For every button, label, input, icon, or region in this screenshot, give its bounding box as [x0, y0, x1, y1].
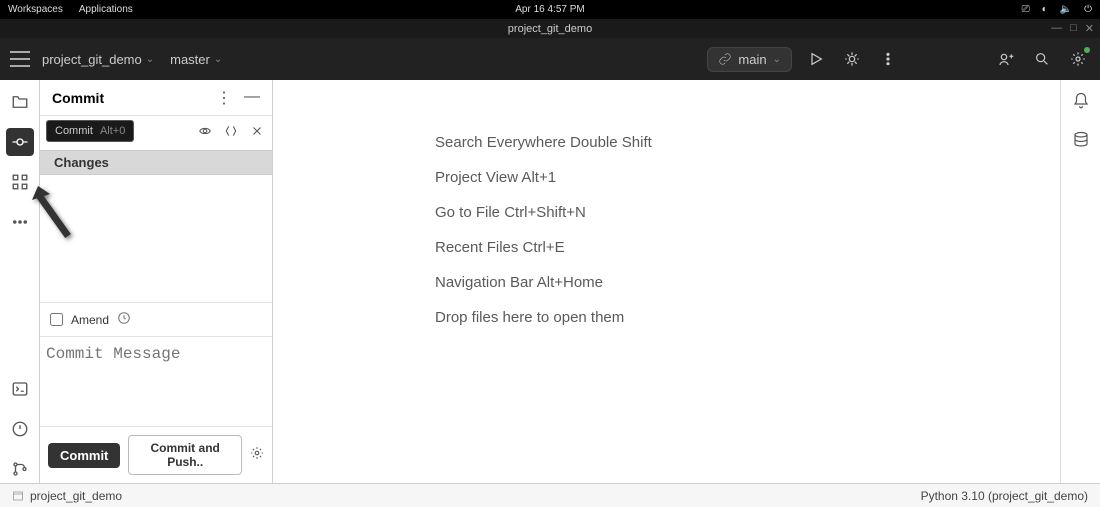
commit-settings-icon[interactable] — [250, 446, 264, 465]
window-title: project_git_demo — [508, 23, 592, 35]
changes-list — [40, 175, 272, 302]
more-tools-button[interactable] — [6, 208, 34, 236]
link-icon — [718, 52, 732, 66]
database-tool-button[interactable] — [1072, 131, 1090, 154]
project-tool-button[interactable] — [6, 88, 34, 116]
power-icon[interactable]: ⏻ — [1084, 4, 1092, 15]
project-selector[interactable]: project_git_demo ⌄ — [42, 52, 154, 67]
more-button[interactable] — [876, 47, 900, 71]
window-title-bar: project_git_demo — □ ✕ — [0, 19, 1100, 38]
run-button[interactable] — [804, 47, 828, 71]
panel-hide-button[interactable]: — — [244, 88, 260, 108]
editor-empty-state: Search Everywhere Double Shift Project V… — [273, 80, 1060, 483]
commit-panel-title: Commit — [52, 90, 216, 106]
commit-panel: Commit ⋮ — Commit Alt+0 Changes Amend — [40, 80, 273, 483]
hint-go-to-file: Go to File Ctrl+Shift+N — [435, 204, 586, 221]
ide-header: project_git_demo ⌄ master ⌄ main ⌄ — [0, 38, 1100, 80]
settings-button[interactable] — [1066, 47, 1090, 71]
os-workspaces[interactable]: Workspaces — [8, 4, 63, 15]
volume-icon[interactable]: 🔈 — [1060, 4, 1072, 15]
hint-drop-files: Drop files here to open them — [435, 309, 624, 326]
maximize-icon[interactable]: □ — [1070, 22, 1077, 35]
status-bar: project_git_demo Python 3.10 (project_gi… — [0, 483, 1100, 507]
amend-checkbox[interactable] — [50, 313, 63, 326]
hint-navigation-bar: Navigation Bar Alt+Home — [435, 274, 603, 291]
run-config-selector[interactable]: main ⌄ — [707, 47, 792, 72]
right-tool-strip — [1060, 80, 1100, 483]
indicator-icon[interactable]: ⎚ — [1022, 4, 1030, 15]
panel-options-button[interactable]: ⋮ — [216, 88, 232, 108]
run-config-label: main — [738, 52, 766, 67]
vcs-tool-button[interactable] — [6, 455, 34, 483]
rollback-button[interactable] — [250, 124, 264, 143]
chevron-down-icon: ⌄ — [146, 54, 154, 65]
vcs-branch-selector[interactable]: master ⌄ — [166, 52, 222, 67]
group-button[interactable] — [224, 124, 238, 143]
chevron-down-icon: ⌄ — [773, 54, 781, 65]
changes-section-header[interactable]: Changes — [40, 150, 272, 175]
structure-tool-button[interactable] — [6, 168, 34, 196]
hint-project-view: Project View Alt+1 — [435, 169, 556, 186]
history-icon[interactable] — [117, 311, 131, 328]
os-applications[interactable]: Applications — [79, 4, 133, 15]
code-with-me-button[interactable] — [994, 47, 1018, 71]
commit-message-input[interactable] — [40, 336, 272, 426]
network-icon[interactable]: ◐ — [1042, 4, 1048, 15]
minimize-icon[interactable]: — — [1051, 22, 1062, 35]
close-icon[interactable]: ✕ — [1085, 22, 1094, 35]
status-project-name[interactable]: project_git_demo — [30, 489, 122, 503]
project-icon — [12, 490, 24, 502]
commit-tooltip: Commit Alt+0 — [46, 120, 134, 142]
hint-recent-files: Recent Files Ctrl+E — [435, 239, 565, 256]
tooltip-shortcut: Alt+0 — [100, 125, 125, 137]
notifications-tool-button[interactable] — [1072, 92, 1090, 115]
amend-label: Amend — [71, 313, 109, 327]
commit-and-push-button[interactable]: Commit and Push.. — [128, 435, 242, 475]
left-tool-strip — [0, 80, 40, 483]
chevron-down-icon: ⌄ — [214, 54, 222, 65]
os-clock: Apr 16 4:57 PM — [515, 4, 584, 15]
terminal-tool-button[interactable] — [6, 375, 34, 403]
status-interpreter[interactable]: Python 3.10 (project_git_demo) — [921, 489, 1088, 503]
main-menu-button[interactable] — [10, 51, 30, 67]
search-button[interactable] — [1030, 47, 1054, 71]
hint-search-everywhere: Search Everywhere Double Shift — [435, 134, 652, 151]
debug-button[interactable] — [840, 47, 864, 71]
os-top-bar: Workspaces Applications Apr 16 4:57 PM ⎚… — [0, 0, 1100, 19]
tooltip-label: Commit — [55, 125, 93, 137]
diff-button[interactable] — [198, 124, 212, 143]
project-name-label: project_git_demo — [42, 52, 142, 67]
vcs-branch-label: master — [170, 52, 210, 67]
commit-button[interactable]: Commit — [48, 443, 120, 468]
problems-tool-button[interactable] — [6, 415, 34, 443]
commit-tool-button[interactable] — [6, 128, 34, 156]
